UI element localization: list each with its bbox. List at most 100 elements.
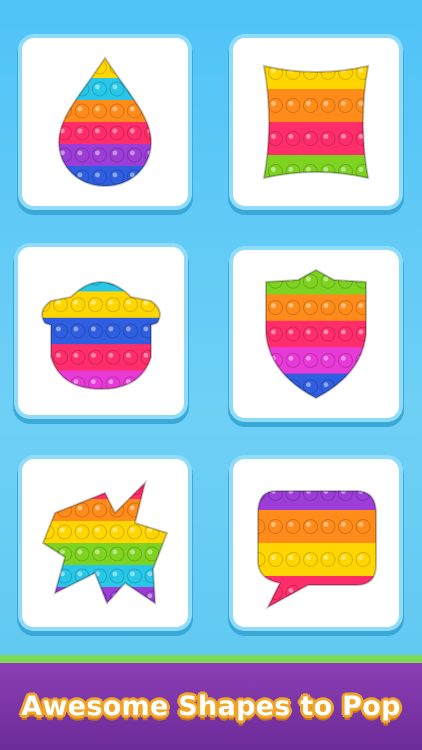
bubble-highlight — [42, 300, 44, 305]
bubble-highlight — [340, 382, 346, 388]
pop-bubble — [338, 300, 353, 316]
pop-bubble — [264, 98, 266, 113]
bubble-highlight — [323, 382, 329, 388]
bubble-highlight — [323, 587, 329, 593]
pop-bubble — [88, 297, 103, 313]
bubble-highlight — [59, 483, 65, 489]
pop-bubble — [251, 327, 265, 341]
pop-bubble — [88, 349, 103, 365]
shape-card-shield[interactable] — [233, 250, 399, 418]
bubble-highlight — [253, 356, 258, 361]
pop-bubble — [74, 103, 90, 119]
pop-bubble — [105, 297, 121, 313]
bubble-highlight — [129, 527, 135, 533]
shape-card-square[interactable] — [233, 38, 399, 206]
bubble-highlight — [90, 379, 96, 385]
pop-bubble — [40, 60, 54, 74]
bubble-highlight — [358, 329, 364, 335]
pop-bubble — [268, 491, 283, 501]
bubble-highlight — [42, 106, 47, 111]
bubble-highlight — [108, 300, 114, 305]
bubble-highlight — [59, 527, 65, 533]
pop-bubble — [109, 483, 125, 496]
bubble-highlight — [270, 100, 276, 106]
bubble-highlight — [55, 379, 61, 385]
bubble-highlight — [253, 101, 258, 106]
pop-bubble — [92, 568, 107, 584]
bubble-highlight — [42, 150, 47, 155]
bubble-highlight — [90, 352, 96, 358]
pop-bubble — [43, 483, 55, 496]
pop-bubble — [109, 147, 125, 163]
square-icon — [253, 64, 370, 180]
pop-bubble — [74, 147, 90, 163]
bubble-highlight — [43, 483, 48, 489]
bubble-highlight — [270, 521, 276, 527]
pop-bubble — [268, 98, 283, 113]
pop-bubble — [338, 326, 353, 342]
pop-bubble — [320, 519, 336, 534]
pop-bubble — [53, 323, 68, 339]
bubble-highlight — [94, 150, 100, 156]
bubble-highlight — [143, 326, 149, 332]
bubble-highlight — [90, 326, 96, 332]
pop-bubble — [127, 546, 142, 562]
bubble-highlight — [126, 274, 131, 279]
pop-bubble — [40, 148, 54, 162]
bubble-highlight — [340, 166, 346, 172]
bubble-highlight — [43, 593, 48, 599]
pop-bubble — [92, 103, 107, 119]
shape-card-speech-bubble[interactable] — [233, 459, 399, 627]
pop-bubble — [127, 125, 142, 141]
bubble-highlight — [129, 483, 135, 489]
bubble-highlight — [43, 505, 48, 511]
pop-bubble — [74, 125, 90, 141]
pop-bubble — [320, 585, 336, 600]
shape-card-pinwheel[interactable] — [22, 459, 188, 627]
bubble-highlight — [305, 554, 311, 560]
bubble-highlight — [42, 172, 47, 177]
bubble-highlight — [77, 150, 83, 156]
pop-bubble — [40, 104, 54, 118]
bubble-highlight — [59, 84, 65, 90]
bubble-highlight — [94, 549, 100, 555]
pop-bubble — [285, 519, 301, 534]
pop-bubble — [92, 502, 107, 518]
pop-bubble — [140, 376, 156, 389]
pop-bubble — [70, 282, 86, 286]
pop-bubble — [264, 164, 266, 178]
bubble-highlight — [288, 355, 294, 361]
bubble-highlight — [143, 274, 148, 279]
pop-bubble — [53, 282, 68, 286]
bubble-highlight — [129, 150, 135, 156]
pop-bubble — [105, 323, 121, 339]
bubble-highlight — [77, 571, 83, 577]
pop-bubble — [109, 546, 125, 562]
shape-card-mushroom[interactable] — [18, 247, 184, 415]
shield-icon — [251, 268, 367, 400]
shape-card-drop[interactable] — [22, 38, 188, 206]
pop-bubble — [268, 326, 283, 342]
bubble-highlight — [258, 491, 259, 494]
pop-bubble — [40, 82, 54, 96]
bubble-highlight — [288, 166, 294, 172]
bubble-highlight — [125, 326, 131, 332]
pop-bubble — [144, 103, 151, 119]
pop-bubble — [268, 379, 283, 395]
pop-bubble — [109, 103, 125, 119]
bubble-highlight — [147, 62, 151, 68]
color-band — [42, 282, 160, 292]
pop-bubble — [264, 131, 266, 146]
pop-bubble — [74, 483, 90, 496]
bubble-highlight — [94, 483, 100, 489]
pop-bubble — [285, 300, 301, 316]
bubble-highlight — [358, 303, 364, 308]
bubble-highlight — [270, 166, 276, 172]
bubble-highlight — [94, 128, 100, 134]
pop-bubble — [264, 66, 266, 80]
pop-bubble — [109, 169, 125, 185]
pop-bubble — [127, 568, 142, 584]
pop-bubble — [92, 524, 107, 540]
bubble-highlight — [358, 554, 364, 560]
bubble-highlight — [43, 571, 48, 577]
